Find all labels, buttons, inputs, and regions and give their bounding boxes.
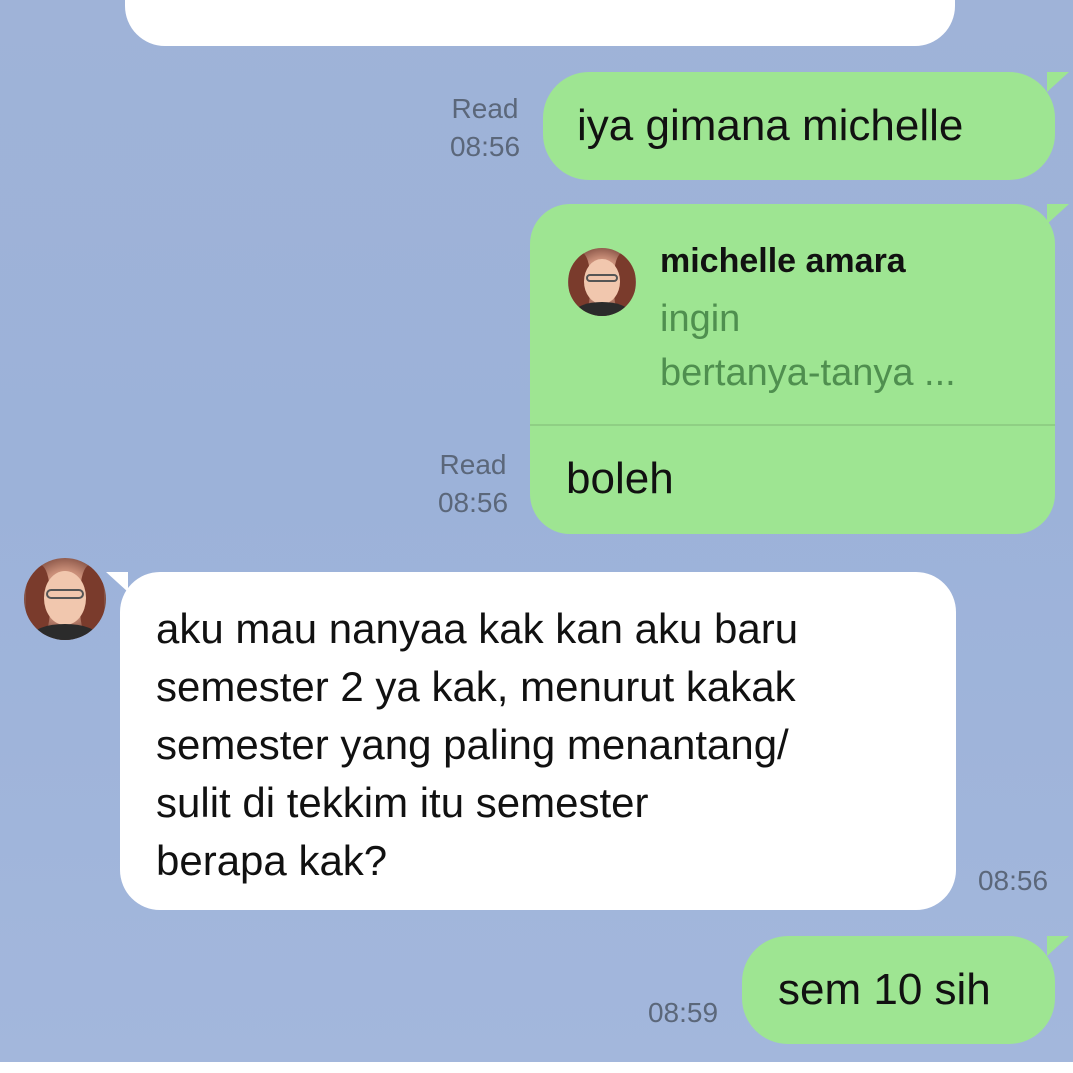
- reply-sender-name: michelle amara: [660, 242, 906, 280]
- incoming-message-bubble[interactable]: aku mau nanyaa kak kan aku baru semester…: [106, 572, 956, 910]
- outgoing-reply-bubble[interactable]: michelle amara ingin bertanya-tanya ... …: [530, 204, 1069, 534]
- reply-preview-text-line1: ingin: [660, 298, 741, 340]
- reply-preview-text-line2: bertanya-tanya ...: [660, 352, 956, 394]
- message-text: aku mau nanyaa kak kan aku baru semester…: [156, 600, 798, 890]
- read-status: Read: [439, 449, 507, 480]
- message-text: boleh: [566, 454, 674, 503]
- message-text: iya gimana michelle: [577, 101, 964, 150]
- message-time: 08:56: [977, 865, 1049, 896]
- message-time: 08:56: [449, 131, 521, 162]
- reply-preview[interactable]: michelle amara ingin bertanya-tanya ...: [530, 204, 1055, 426]
- previous-message-time-partial: [975, 0, 1055, 16]
- message-time: 08:56: [437, 487, 509, 518]
- chat-view[interactable]: Read 08:56 iya gimana michelle Read 08:5…: [0, 0, 1073, 1062]
- contact-avatar[interactable]: [24, 558, 106, 640]
- message-line: aku mau nanyaa kak kan aku baru: [156, 605, 799, 652]
- read-receipt: Read 08:56: [428, 446, 518, 522]
- read-status: Read: [451, 93, 519, 124]
- reply-sender-avatar: [568, 248, 636, 316]
- message-time: 08:59: [647, 997, 719, 1028]
- previous-message-bubble[interactable]: [125, 0, 955, 46]
- read-receipt: Read 08:56: [440, 90, 530, 166]
- outgoing-message-bubble[interactable]: sem 10 sih: [742, 936, 1069, 1044]
- outgoing-message-bubble[interactable]: iya gimana michelle: [543, 72, 1069, 180]
- message-line: berapa kak?: [156, 837, 388, 884]
- message-line: semester 2 ya kak, menurut kakak: [156, 663, 796, 710]
- message-line: semester yang paling menantang/: [156, 721, 789, 768]
- message-text: sem 10 sih: [778, 965, 991, 1014]
- message-line: sulit di tekkim itu semester: [156, 779, 649, 826]
